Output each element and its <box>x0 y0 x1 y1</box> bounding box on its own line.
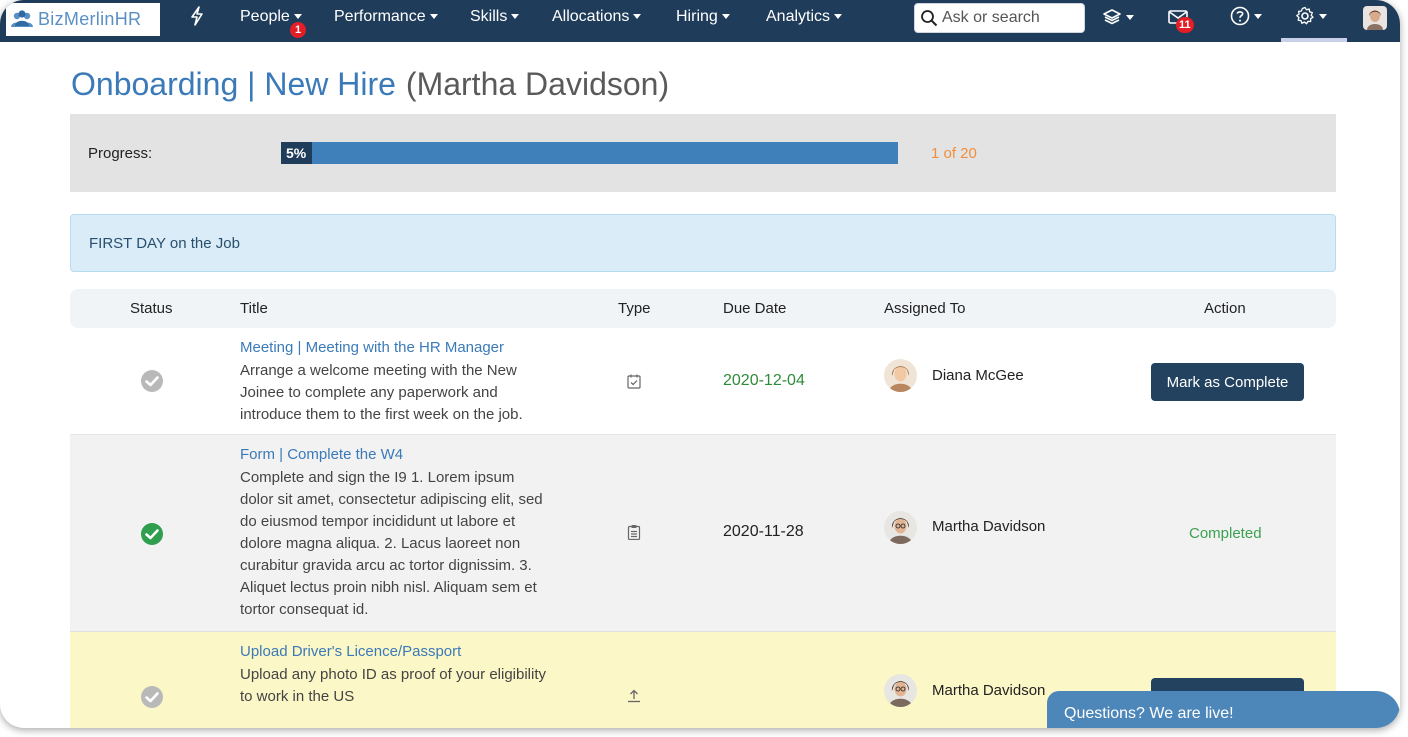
brand-logo[interactable]: BizMerlinHR <box>6 3 160 36</box>
column-header-status: Status <box>130 300 173 317</box>
column-header-type: Type <box>618 300 651 317</box>
column-header-title: Title <box>240 300 268 317</box>
mail-notification-badge: 11 <box>1176 17 1194 33</box>
nav-analytics[interactable]: Analytics <box>766 8 843 26</box>
search-icon <box>921 10 938 27</box>
chevron-down-icon <box>633 14 642 20</box>
settings-active-indicator <box>1281 38 1347 42</box>
progress-panel: Progress: 5% 1 of 20 <box>70 114 1336 192</box>
task-title-link[interactable]: Upload Driver's Licence/Passport <box>240 643 461 660</box>
top-navbar: BizMerlinHR People 1 Performance Skills … <box>0 0 1400 42</box>
nav-hiring[interactable]: Hiring <box>676 8 730 26</box>
task-title-link[interactable]: Meeting | Meeting with the HR Manager <box>240 339 504 356</box>
completed-status-text: Completed <box>1189 525 1262 542</box>
table-row: Meeting | Meeting with the HR Manager Ar… <box>70 328 1336 435</box>
assignee-avatar <box>884 359 917 392</box>
task-description: Arrange a welcome meeting with the New J… <box>240 362 523 423</box>
due-date: 2020-11-28 <box>723 523 804 540</box>
task-title-link[interactable]: Form | Complete the W4 <box>240 446 403 463</box>
check-circle-pending-icon[interactable] <box>140 369 164 393</box>
gear-icon <box>1296 6 1314 25</box>
column-header-action: Action <box>1204 300 1246 317</box>
assignee-name: Diana McGee <box>932 367 1024 384</box>
chevron-down-icon <box>429 14 438 20</box>
apps-layers-menu[interactable] <box>1102 8 1134 26</box>
chevron-down-icon <box>1254 13 1262 19</box>
clipboard-form-icon <box>627 525 641 540</box>
page-title-main: Onboarding | New Hire <box>71 66 396 102</box>
layers-icon <box>1103 9 1121 25</box>
assignee-name: Martha Davidson <box>932 682 1046 699</box>
search-input[interactable] <box>942 9 1082 27</box>
check-circle-completed-icon <box>141 523 163 545</box>
column-header-due-date: Due Date <box>723 300 787 317</box>
section-title: FIRST DAY on the Job <box>89 235 240 252</box>
chat-widget-label: Questions? We are live! <box>1064 705 1234 722</box>
nav-performance[interactable]: Performance <box>334 8 438 26</box>
assignee-avatar <box>884 674 917 707</box>
assignee-name: Martha Davidson <box>932 518 1046 535</box>
calendar-check-icon <box>627 374 641 389</box>
quick-actions-bolt-icon[interactable] <box>190 6 204 26</box>
chevron-down-icon <box>834 14 843 20</box>
check-circle-pending-icon[interactable] <box>140 685 164 709</box>
upload-icon <box>628 689 640 703</box>
mark-as-complete-button[interactable]: Mark as Complete <box>1151 363 1304 401</box>
page-title: Onboarding | New Hire (Martha Davidson) <box>71 66 669 103</box>
page-title-employee: (Martha Davidson) <box>405 66 670 102</box>
table-header: Status Title Type Due Date Assigned To A… <box>70 289 1336 328</box>
nav-allocations[interactable]: Allocations <box>552 8 642 26</box>
user-avatar[interactable] <box>1363 6 1387 30</box>
chevron-down-icon <box>511 14 520 20</box>
chevron-down-icon <box>293 14 302 20</box>
chevron-down-icon <box>1126 14 1134 20</box>
chevron-down-icon <box>1319 13 1327 19</box>
task-description: Complete and sign the I9 1. Lorem ipsum … <box>240 469 543 618</box>
assignee-avatar <box>884 511 917 544</box>
help-question-icon <box>1230 6 1250 26</box>
chevron-down-icon <box>721 14 730 20</box>
due-date: 2020-12-04 <box>723 372 805 389</box>
live-chat-widget[interactable]: Questions? We are live! <box>1047 691 1400 728</box>
progress-count: 1 of 20 <box>931 145 977 162</box>
table-row: Form | Complete the W4 Complete and sign… <box>70 435 1336 632</box>
task-description: Upload any photo ID as proof of your eli… <box>240 666 547 705</box>
people-logo-icon <box>11 9 33 27</box>
help-menu[interactable] <box>1230 6 1262 26</box>
progress-label: Progress: <box>88 145 153 162</box>
progress-bar: 5% <box>281 142 898 164</box>
column-header-assigned-to: Assigned To <box>884 300 966 317</box>
section-banner: FIRST DAY on the Job <box>70 214 1336 272</box>
nav-skills[interactable]: Skills <box>470 8 520 26</box>
people-notification-badge: 1 <box>290 22 306 38</box>
app-window: BizMerlinHR People 1 Performance Skills … <box>0 0 1400 728</box>
global-search[interactable] <box>914 3 1085 33</box>
settings-menu[interactable] <box>1295 6 1327 26</box>
brand-name: BizMerlinHR <box>38 9 142 29</box>
progress-bar-fill: 5% <box>281 142 312 164</box>
